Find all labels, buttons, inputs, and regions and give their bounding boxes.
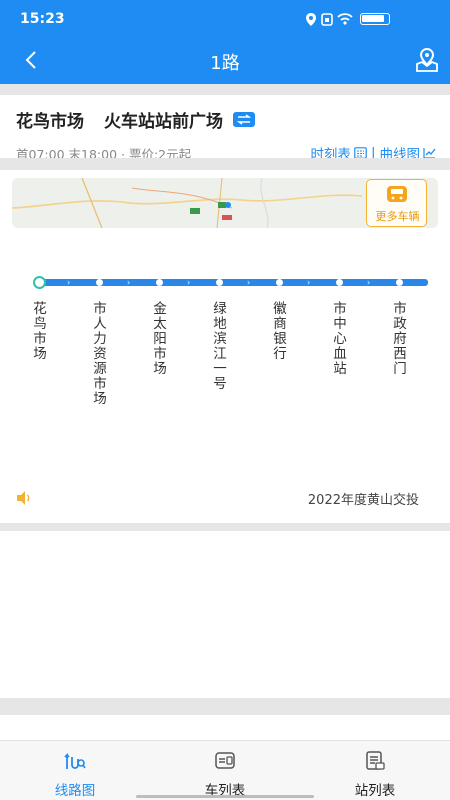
more-vehicles-button[interactable]: 更多车辆 [366, 179, 427, 227]
route-map-icon [64, 752, 86, 769]
stop-marker[interactable] [96, 279, 103, 286]
more-vehicles-label: 更多车辆 [375, 210, 420, 223]
stop-marker[interactable] [156, 279, 163, 286]
tab-label: 站列表 [354, 783, 396, 799]
direction-arrow-icon: › [367, 278, 371, 287]
tab-route-map[interactable]: 线路图 [0, 741, 150, 800]
stop-name[interactable]: 市人力资源市场 [92, 302, 108, 407]
route-info: 花鸟市场 火车站站前广场 首07:00 末18:00 · 票价:2元起 时刻表 … [0, 95, 450, 163]
direction-arrow-icon: › [127, 278, 131, 287]
stop-marker[interactable] [216, 279, 223, 286]
tab-bus-list[interactable]: 车列表 [150, 741, 300, 800]
route-from: 花鸟市场 [16, 112, 84, 132]
divider [0, 523, 450, 531]
app-header: 1路 [0, 38, 450, 84]
map-location-icon[interactable] [414, 47, 440, 73]
tab-label: 线路图 [54, 783, 96, 799]
status-time: 15:23 [20, 11, 65, 27]
direction-arrow-icon: › [247, 278, 251, 287]
sim-icon [321, 13, 333, 26]
route-to: 火车站站前广场 [104, 112, 223, 132]
speaker-icon[interactable] [15, 490, 33, 506]
stop-name[interactable]: 市政府西门 [392, 302, 408, 377]
stop-name[interactable]: 绿地滨江一号 [212, 302, 228, 392]
divider [0, 158, 450, 170]
status-bar: 15:23 [0, 0, 450, 38]
bus-icon [387, 186, 407, 202]
route-endpoints: 花鸟市场 火车站站前广场 [16, 107, 255, 132]
page-title: 1路 [210, 53, 240, 74]
stop-name[interactable]: 市中心血站 [332, 302, 348, 377]
home-indicator[interactable] [136, 795, 314, 798]
stop-marker[interactable] [336, 279, 343, 286]
direction-arrow-icon: › [67, 278, 71, 287]
divider [0, 698, 450, 715]
stop-name[interactable]: 花鸟市场 [32, 302, 48, 362]
wifi-icon [337, 13, 353, 25]
stop-name[interactable]: 徽商银行 [272, 302, 288, 362]
battery-icon [360, 13, 390, 25]
stop-name[interactable]: 金太阳市场 [152, 302, 168, 377]
swap-direction-icon[interactable] [233, 112, 255, 127]
stop-marker-current[interactable] [33, 276, 46, 289]
tab-station-list[interactable]: 站列表 [300, 741, 450, 800]
station-list-icon [366, 751, 385, 770]
bus-list-icon [215, 752, 235, 769]
stop-marker[interactable] [396, 279, 403, 286]
divider [0, 84, 450, 95]
direction-arrow-icon: › [187, 278, 191, 287]
stop-marker[interactable] [276, 279, 283, 286]
bottom-nav: 线路图 车列表 站列表 [0, 740, 450, 800]
direction-arrow-icon: › [307, 278, 311, 287]
location-icon [306, 13, 316, 26]
footer-note: 2022年度黄山交投 [307, 493, 419, 508]
